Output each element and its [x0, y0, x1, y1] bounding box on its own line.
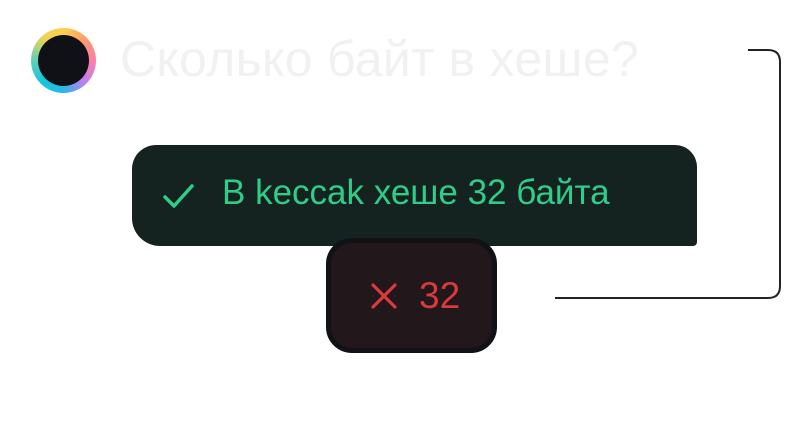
wrong-answer-card[interactable]: 32: [326, 238, 497, 353]
correct-answer-text: В keccak хеше 32 байта: [222, 173, 610, 212]
check-icon: [163, 184, 194, 208]
wrong-answer-text: 32: [419, 275, 461, 316]
x-icon: [371, 283, 397, 309]
correct-answer-card[interactable]: В keccak хеше 32 байта: [132, 145, 697, 246]
